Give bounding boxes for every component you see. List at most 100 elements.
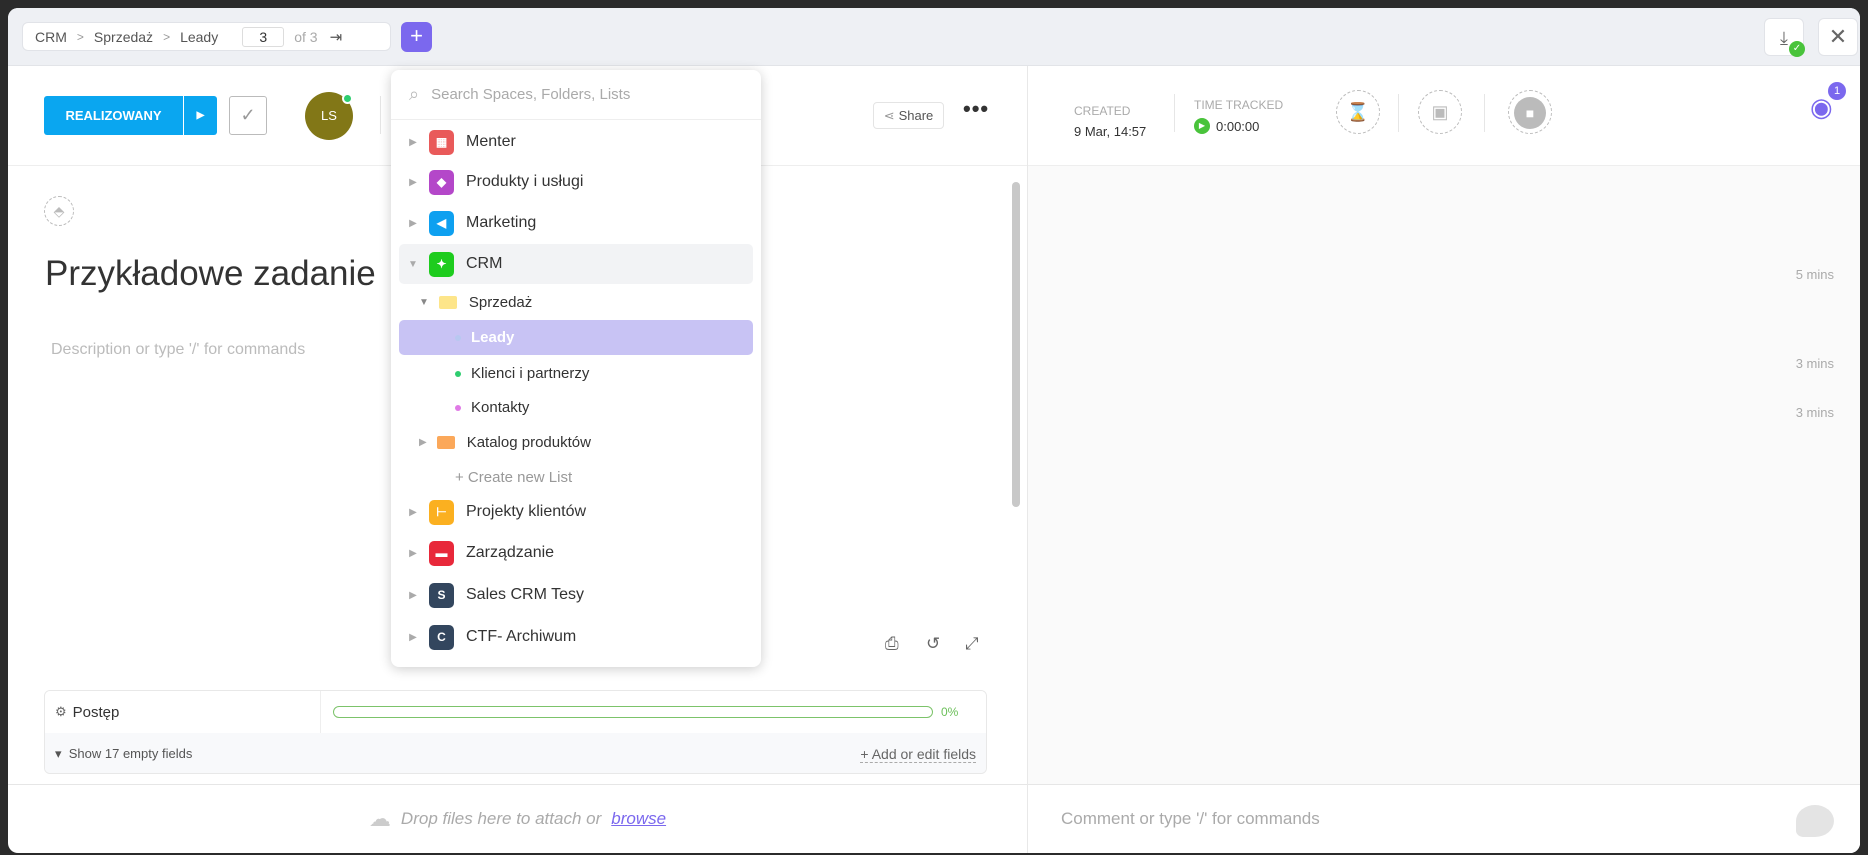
divider <box>1398 94 1399 132</box>
list-dot <box>455 370 461 377</box>
space-item[interactable]: ▶ ◆ Produkty i usługi <box>399 163 753 201</box>
page-number-input[interactable]: 3 <box>242 26 285 47</box>
space-icon: ▦ <box>429 129 454 155</box>
online-indicator <box>342 93 353 104</box>
caret-right-icon[interactable]: ▶ <box>419 437 427 448</box>
folder-item[interactable]: ▶ Katalog produktów <box>399 425 753 460</box>
check-badge-icon: ✓ <box>1789 41 1805 57</box>
space-item-crm[interactable]: ▼ ✦ CRM <box>399 244 753 284</box>
space-label: CRM <box>466 255 503 272</box>
next-status-icon[interactable]: ▶ <box>184 96 217 135</box>
field-label: Postęp <box>72 703 120 721</box>
caret-right-icon[interactable]: ▶ <box>405 218 421 229</box>
space-item[interactable]: ▶ ⊢ Projekty klientów <box>399 493 753 531</box>
search-input[interactable]: Search Spaces, Folders, Lists <box>431 86 630 103</box>
folder-item[interactable]: ▼ Sprzedaż <box>399 285 753 320</box>
caret-right-icon[interactable]: ▶ <box>405 507 421 518</box>
create-list-label: + Create new List <box>455 469 573 486</box>
browse-link[interactable]: browse <box>611 809 666 829</box>
space-label: Sales CRM Tesy <box>466 586 584 603</box>
complete-checkbox[interactable]: ✓ <box>229 96 267 135</box>
add-button[interactable]: + <box>401 22 432 52</box>
share-label: Share <box>898 108 934 123</box>
folder-icon <box>436 436 455 449</box>
minimize-icon: ⤓ <box>1780 28 1788 48</box>
calendar-icon[interactable]: ▣ <box>1418 90 1462 134</box>
space-label: Produkty i usługi <box>466 173 584 190</box>
avatar[interactable]: LS <box>305 92 353 140</box>
divider <box>1174 94 1175 132</box>
custom-fields: ⚙ Postęp 0% ▾ Show 17 empty fields + Add … <box>44 690 987 774</box>
progress-percent: 0% <box>941 705 959 719</box>
list-item[interactable]: Klienci i partnerzy <box>399 356 753 391</box>
attachment-dropzone[interactable]: ☁ Drop files here to attach or browse <box>8 784 1027 853</box>
play-icon[interactable]: ▶ <box>1194 118 1210 134</box>
list-item-selected[interactable]: Leady <box>399 320 753 355</box>
add-edit-fields-link[interactable]: + Add or edit fields <box>860 746 976 763</box>
time-tracked: TIME TRACKED ▶ 0:00:00 <box>1194 98 1283 134</box>
space-label: Menter <box>466 133 516 150</box>
meta-header: CREATED 9 Mar, 14:57 TIME TRACKED ▶ 0:00:00… <box>1028 66 1860 166</box>
search-icon: ⌕ <box>409 84 420 104</box>
list-dot <box>455 404 461 411</box>
caret-right-icon[interactable]: ▶ <box>405 590 421 601</box>
tag-icon[interactable]: ⬘ <box>44 196 74 226</box>
space-item[interactable]: ▶ ▬ Zarządzanie <box>399 534 753 572</box>
folder-label: Sprzedaż <box>468 294 533 311</box>
breadcrumb-leady[interactable]: Leady <box>180 29 218 45</box>
close-button[interactable]: ✕ <box>1818 18 1858 56</box>
avatar-initials: LS <box>321 108 337 123</box>
created-label: CREATED <box>1074 104 1131 118</box>
show-empty-fields-button[interactable]: ▾ Show 17 empty fields <box>55 746 192 762</box>
page-total: of 3 <box>294 28 318 45</box>
comment-input[interactable]: Comment or type '/' for commands <box>1061 809 1320 829</box>
hierarchy-icon: ⊢ <box>429 499 454 525</box>
breadcrumb-crm[interactable]: CRM <box>35 29 67 45</box>
task-title[interactable]: Przykładowe zadanie <box>45 254 376 294</box>
hourglass-icon[interactable]: ⌛ <box>1336 90 1380 134</box>
history-icon[interactable]: ↺ <box>926 634 940 654</box>
minimize-button[interactable]: ⤓ ✓ <box>1764 18 1805 57</box>
show-empty-label: Show 17 empty fields <box>68 746 193 761</box>
caret-right-icon[interactable]: ▶ <box>405 632 421 643</box>
share-button[interactable]: ⋖ Share <box>873 102 944 129</box>
comment-box[interactable]: Comment or type '/' for commands <box>1028 784 1860 853</box>
breadcrumb-sprzedaz[interactable]: Sprzedaż <box>94 29 153 45</box>
expand-icon[interactable]: ⤢ <box>965 634 979 654</box>
list-dot <box>455 334 461 341</box>
status-label: REALIZOWANY <box>44 96 184 135</box>
create-list-button[interactable]: + Create new List <box>399 460 753 495</box>
space-item[interactable]: ▶ C CTF- Archiwum <box>399 618 753 656</box>
briefcase-clock-icon: ▬ <box>429 540 454 566</box>
close-icon: ✕ <box>1828 24 1848 49</box>
video-icon[interactable]: ■ <box>1508 90 1552 134</box>
dropdown-search[interactable]: ⌕ Search Spaces, Folders, Lists <box>391 70 761 120</box>
space-item[interactable]: ▶ S Sales CRM Tesy <box>399 576 753 614</box>
caret-right-icon[interactable]: ▶ <box>405 548 421 559</box>
print-icon[interactable]: ⎙ <box>885 634 899 654</box>
caret-down-icon[interactable]: ▼ <box>405 259 421 270</box>
status-button[interactable]: REALIZOWANY ▶ <box>44 96 217 135</box>
scrollbar[interactable] <box>1012 182 1020 507</box>
list-label: Klienci i partnerzy <box>471 365 590 382</box>
list-item[interactable]: Kontakty <box>399 390 753 425</box>
field-name: ⚙ Postęp <box>45 691 321 733</box>
space-item[interactable]: ▶ ◀ Marketing <box>399 204 753 242</box>
watchers-badge: 1 <box>1828 82 1846 100</box>
space-label: Projekty klientów <box>466 503 587 520</box>
caret-right-icon[interactable]: ▶ <box>405 177 421 188</box>
caret-down-icon[interactable]: ▼ <box>419 297 429 308</box>
description-input[interactable]: Description or type '/' for commands <box>51 341 305 359</box>
chevron-right-icon: > <box>163 29 171 44</box>
open-external-icon[interactable]: ⇥ <box>330 28 343 46</box>
more-options-button[interactable]: ••• <box>963 96 989 122</box>
list-label: Kontakty <box>471 399 530 416</box>
folder-icon <box>438 296 457 309</box>
breadcrumb: CRM > Sprzedaż > Leady 3 of 3 ⇥ <box>22 22 391 51</box>
caret-right-icon[interactable]: ▶ <box>405 137 421 148</box>
progress-bar[interactable] <box>333 706 933 718</box>
space-item[interactable]: ▶ ▦ Menter <box>399 123 753 161</box>
diamond-icon: ◆ <box>429 169 454 195</box>
cloud-upload-icon: ☁ <box>368 806 391 831</box>
comment-bubble-icon[interactable] <box>1796 805 1834 837</box>
